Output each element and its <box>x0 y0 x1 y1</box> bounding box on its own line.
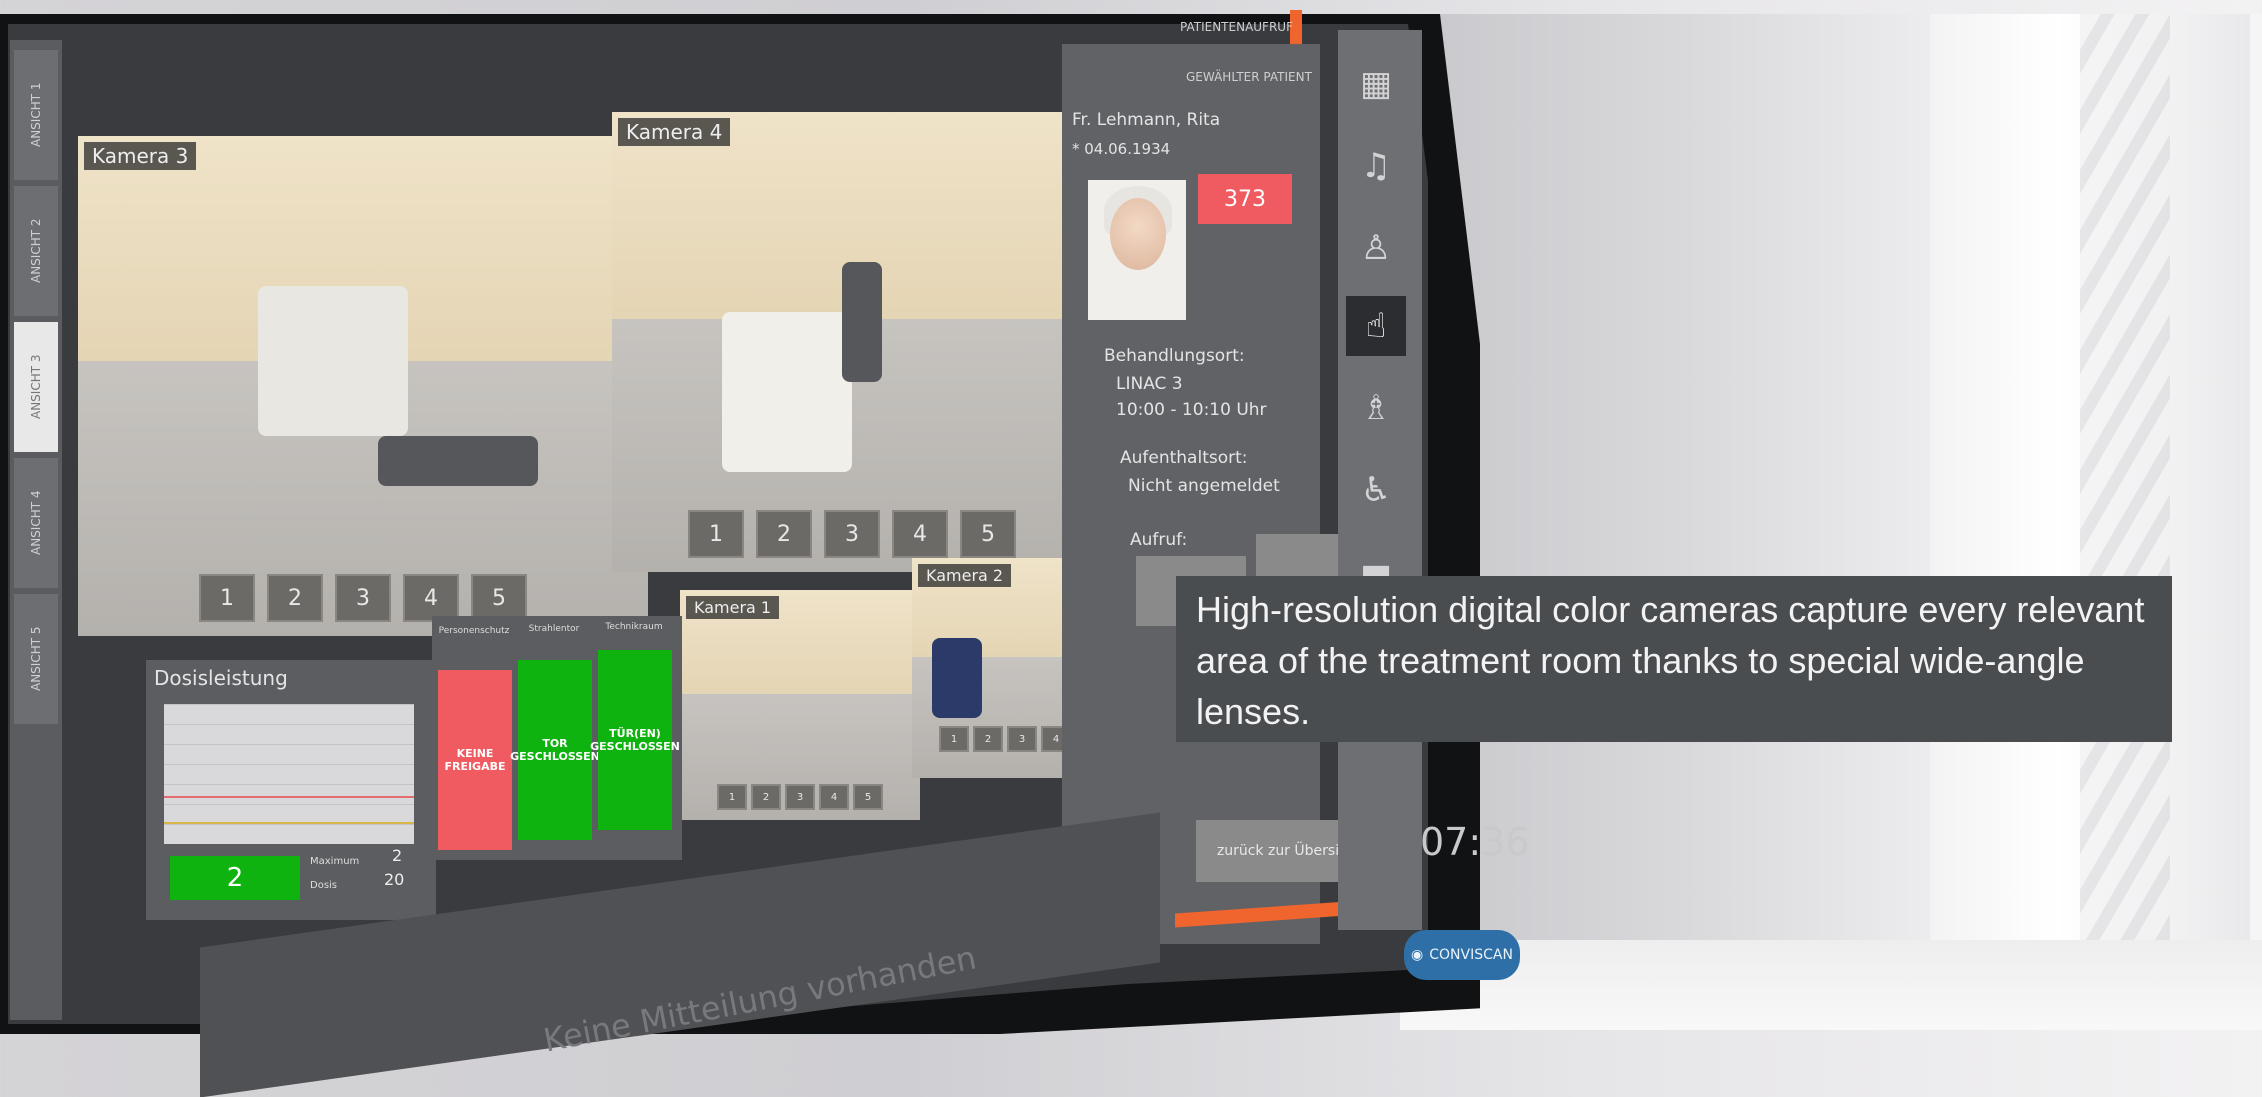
status-header: Strahlentor <box>528 624 580 634</box>
preset-button-2[interactable]: 2 <box>973 726 1003 752</box>
preset-button-5[interactable]: 5 <box>960 510 1016 558</box>
dose-limit-line <box>164 796 414 798</box>
music-icon[interactable]: ♫ <box>1346 136 1406 196</box>
patient-photo <box>1088 180 1186 320</box>
background-blind <box>2080 14 2170 1014</box>
status-cell-person-protection: KEINE FREIGABE <box>438 670 512 850</box>
camera-label: Kamera 2 <box>918 564 1012 587</box>
selected-patient-header: GEWÄHLTER PATIENT <box>1186 70 1312 84</box>
grid-icon[interactable]: ▦ <box>1346 54 1406 114</box>
logo-circle-icon: ◉ <box>1411 947 1424 963</box>
patient-call-icon[interactable]: ☝ <box>1346 296 1406 356</box>
dose-maximum-value: 2 <box>392 846 403 865</box>
preset-button-1[interactable]: 1 <box>688 510 744 558</box>
treatment-location-value: LINAC 3 <box>1116 374 1183 394</box>
treatment-couch <box>378 436 538 486</box>
patient-photo-face <box>1110 198 1166 270</box>
preset-button-3[interactable]: 3 <box>335 574 391 622</box>
preset-button-2[interactable]: 2 <box>756 510 812 558</box>
caption-overlay: High-resolution digital color cameras ca… <box>1176 576 2172 742</box>
linac-machine <box>258 286 408 436</box>
background-desk <box>1400 940 2262 1030</box>
camera-preset-buttons: 1 2 3 4 5 <box>717 784 883 810</box>
camera-preset-buttons: 1 2 3 4 5 <box>688 510 1016 558</box>
patient-call-header: PATIENTENAUFRUF <box>1180 20 1293 34</box>
clock: 07:36 <box>1420 820 1530 864</box>
camera-label: Kamera 1 <box>686 596 780 619</box>
camera-preset-buttons: 1 2 3 4 5 <box>199 574 527 622</box>
preset-button-4[interactable]: 4 <box>892 510 948 558</box>
dose-maximum-label: Maximum <box>310 856 360 867</box>
status-header: Personenschutz <box>438 626 510 636</box>
current-location-value: Nicht angemeldet <box>1128 476 1280 496</box>
status-cell-radiation-gate: TOR GESCHLOSSEN <box>510 660 600 840</box>
preset-button-3[interactable]: 3 <box>785 784 815 810</box>
patient-birthdate: * 04.06.1934 <box>1072 140 1171 158</box>
brand-logo: ◉ CONVISCAN <box>1404 930 1520 980</box>
tab-view-4[interactable]: ANSICHT 4 <box>14 458 58 588</box>
camera-label: Kamera 4 <box>618 118 731 146</box>
treatment-location-label: Behandlungsort: <box>1104 346 1245 366</box>
camera-view-1[interactable]: Kamera 1 1 2 3 4 5 <box>680 590 920 820</box>
figure-icon[interactable]: ♗ <box>1346 378 1406 438</box>
logo-text: CONVISCAN <box>1429 947 1513 963</box>
preset-button-1[interactable]: 1 <box>199 574 255 622</box>
tab-view-2[interactable]: ANSICHT 2 <box>14 186 58 316</box>
chair <box>932 638 982 718</box>
tab-view-5[interactable]: ANSICHT 5 <box>14 594 58 724</box>
person-icon[interactable]: ♙ <box>1346 218 1406 278</box>
preset-button-2[interactable]: 2 <box>751 784 781 810</box>
status-cell-technical-room: TÜR(EN) GESCHLOSSEN <box>590 650 680 830</box>
dose-rate-line <box>164 822 414 824</box>
preset-button-3[interactable]: 3 <box>1007 726 1037 752</box>
tab-view-1[interactable]: ANSICHT 1 <box>14 50 58 180</box>
treatment-couch <box>842 262 882 382</box>
dose-current-value: 2 <box>170 856 300 900</box>
camera-label: Kamera 3 <box>84 142 197 170</box>
wheelchair-icon[interactable]: ♿ <box>1346 460 1406 520</box>
patient-number-badge: 373 <box>1198 174 1292 224</box>
status-header: Technikraum <box>605 622 663 632</box>
preset-button-5[interactable]: 5 <box>853 784 883 810</box>
treatment-time: 10:00 - 10:10 Uhr <box>1116 400 1267 420</box>
linac-machine <box>722 312 852 472</box>
patient-name: Fr. Lehmann, Rita <box>1072 110 1221 130</box>
camera-view-4[interactable]: Kamera 4 1 2 3 4 5 <box>612 112 1092 572</box>
status-panel: Personenschutz Strahlentor Technikraum K… <box>432 616 682 860</box>
dose-dosis-value: 20 <box>384 870 405 889</box>
preset-button-4[interactable]: 4 <box>819 784 849 810</box>
dose-chart <box>164 704 414 844</box>
dose-dosis-label: Dosis <box>310 880 338 891</box>
preset-button-1[interactable]: 1 <box>717 784 747 810</box>
current-location-label: Aufenthaltsort: <box>1120 448 1248 468</box>
preset-button-2[interactable]: 2 <box>267 574 323 622</box>
preset-button-1[interactable]: 1 <box>939 726 969 752</box>
tab-view-3[interactable]: ANSICHT 3 <box>14 322 58 452</box>
camera-view-3[interactable]: Kamera 3 1 2 3 4 5 <box>78 136 648 636</box>
preset-button-4[interactable]: 4 <box>403 574 459 622</box>
call-label: Aufruf: <box>1130 530 1188 550</box>
dose-panel: Dosisleistung 2 Maximum 2 Dosis 20 <box>146 660 436 920</box>
preset-button-3[interactable]: 3 <box>824 510 880 558</box>
preset-button-5[interactable]: 5 <box>471 574 527 622</box>
dose-title: Dosisleistung <box>154 666 288 690</box>
